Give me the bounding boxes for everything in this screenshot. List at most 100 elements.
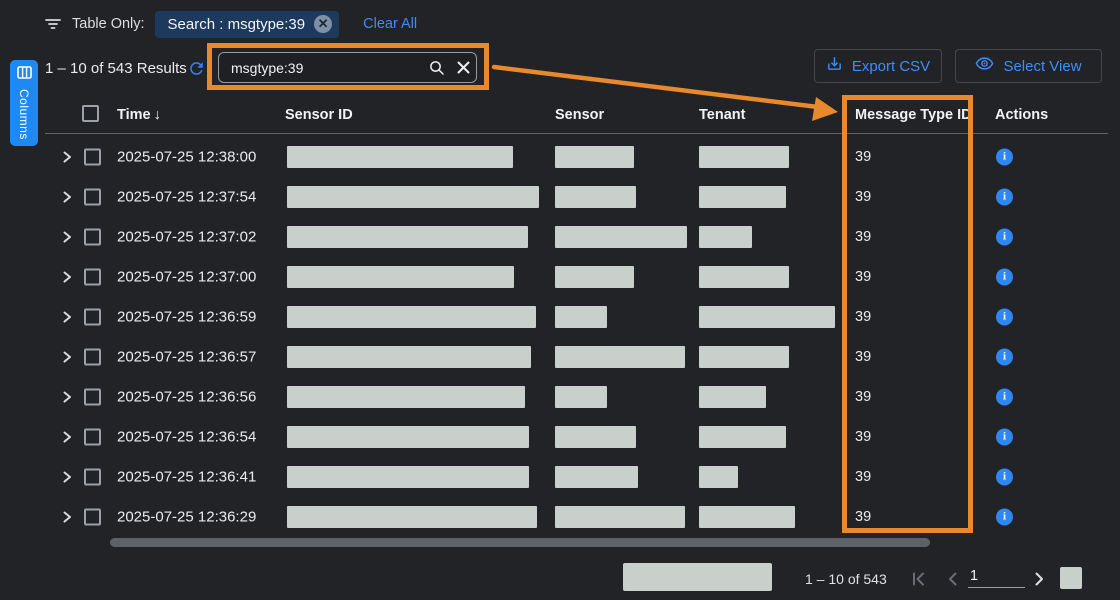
row-checkbox[interactable] (84, 229, 101, 246)
redacted-tenant-bar (699, 146, 789, 168)
rows-per-page-redacted-select[interactable] (623, 563, 772, 591)
column-header-tenant[interactable]: Tenant (699, 107, 745, 140)
time-cell: 2025-07-25 12:37:54 (117, 189, 256, 206)
time-cell: 2025-07-25 12:38:00 (117, 149, 256, 166)
redacted-tenant-bar (699, 386, 766, 408)
redacted-sensor-id-bar (287, 146, 513, 168)
time-cell: 2025-07-25 12:36:59 (117, 309, 256, 326)
message-type-id-cell: 39 (855, 429, 871, 445)
search-filter-chip[interactable]: Search : msgtype:39 ✕ (155, 11, 340, 38)
search-filter-chip-label: Search : msgtype:39 (168, 16, 306, 33)
table-row: 2025-07-25 12:36:29 39 i (0, 497, 1120, 537)
time-cell: 2025-07-25 12:36:56 (117, 389, 256, 406)
previous-page-button[interactable] (942, 568, 964, 590)
expand-row-chevron-icon[interactable] (60, 469, 76, 485)
info-icon[interactable]: i (996, 349, 1013, 366)
search-input[interactable] (219, 60, 424, 76)
row-checkbox[interactable] (84, 349, 101, 366)
redacted-sensor-bar (555, 226, 687, 248)
refresh-button[interactable] (187, 59, 207, 79)
row-checkbox[interactable] (84, 189, 101, 206)
chip-remove-icon[interactable]: ✕ (314, 15, 332, 33)
last-page-redacted-button[interactable] (1060, 567, 1082, 589)
expand-row-chevron-icon[interactable] (60, 389, 76, 405)
redacted-sensor-bar (555, 506, 685, 528)
export-csv-button[interactable]: Export CSV (814, 49, 942, 83)
message-type-id-cell: 39 (855, 469, 871, 485)
table-row: 2025-07-25 12:37:54 39 i (0, 177, 1120, 217)
expand-row-chevron-icon[interactable] (60, 189, 76, 205)
pagination-range-label: 1 – 10 of 543 (805, 571, 887, 587)
column-header-sensor[interactable]: Sensor (555, 107, 604, 140)
info-icon[interactable]: i (996, 149, 1013, 166)
redacted-sensor-id-bar (287, 346, 531, 368)
redacted-sensor-bar (555, 426, 636, 448)
info-icon[interactable]: i (996, 309, 1013, 326)
first-page-button[interactable] (908, 568, 930, 590)
redacted-sensor-id-bar (287, 466, 529, 488)
expand-row-chevron-icon[interactable] (60, 149, 76, 165)
expand-row-chevron-icon[interactable] (60, 349, 76, 365)
search-icon[interactable] (424, 55, 450, 81)
expand-row-chevron-icon[interactable] (60, 429, 76, 445)
header-divider (45, 133, 1108, 134)
time-cell: 2025-07-25 12:37:02 (117, 229, 256, 246)
table-only-label: Table Only: (72, 16, 145, 32)
refresh-icon (187, 65, 206, 82)
column-header-time[interactable]: Time↓ (117, 107, 161, 140)
select-view-button[interactable]: Select View (955, 49, 1102, 83)
row-checkbox[interactable] (84, 269, 101, 286)
clear-all-button[interactable]: Clear All (363, 16, 417, 32)
row-checkbox[interactable] (84, 429, 101, 446)
info-icon[interactable]: i (996, 469, 1013, 486)
page-number-input[interactable] (968, 566, 1025, 588)
expand-row-chevron-icon[interactable] (60, 269, 76, 285)
table-row: 2025-07-25 12:37:02 39 i (0, 217, 1120, 257)
redacted-tenant-bar (699, 346, 789, 368)
columns-tab-label: Columns (17, 89, 31, 140)
redacted-sensor-id-bar (287, 506, 537, 528)
info-icon[interactable]: i (996, 389, 1013, 406)
redacted-sensor-bar (555, 186, 636, 208)
table-row: 2025-07-25 12:36:56 39 i (0, 377, 1120, 417)
info-icon[interactable]: i (996, 509, 1013, 526)
redacted-sensor-bar (555, 266, 634, 288)
columns-tab[interactable]: Columns (10, 60, 38, 146)
info-icon[interactable]: i (996, 429, 1013, 446)
expand-row-chevron-icon[interactable] (60, 309, 76, 325)
row-checkbox[interactable] (84, 469, 101, 486)
select-all-checkbox[interactable] (82, 105, 99, 122)
eye-icon (975, 54, 994, 78)
redacted-sensor-bar (555, 386, 607, 408)
message-type-id-cell: 39 (855, 509, 871, 525)
message-type-id-cell: 39 (855, 389, 871, 405)
info-icon[interactable]: i (996, 229, 1013, 246)
row-checkbox[interactable] (84, 149, 101, 166)
next-page-button[interactable] (1028, 568, 1050, 590)
time-cell: 2025-07-25 12:36:57 (117, 349, 256, 366)
redacted-tenant-bar (699, 186, 786, 208)
log-table-page: Table Only: Search : msgtype:39 ✕ Clear … (0, 0, 1120, 600)
expand-row-chevron-icon[interactable] (60, 229, 76, 245)
redacted-tenant-bar (699, 266, 789, 288)
message-type-id-cell: 39 (855, 349, 871, 365)
info-icon[interactable]: i (996, 269, 1013, 286)
info-icon[interactable]: i (996, 189, 1013, 206)
row-checkbox[interactable] (84, 309, 101, 326)
column-header-message-type-id[interactable]: Message Type ID (855, 107, 972, 140)
expand-row-chevron-icon[interactable] (60, 509, 76, 525)
time-cell: 2025-07-25 12:36:54 (117, 429, 256, 446)
row-checkbox[interactable] (84, 389, 101, 406)
row-checkbox[interactable] (84, 509, 101, 526)
table-row: 2025-07-25 12:36:59 39 i (0, 297, 1120, 337)
filter-list-icon (44, 16, 62, 32)
horizontal-scrollbar[interactable] (110, 538, 930, 547)
message-type-id-cell: 39 (855, 189, 871, 205)
redacted-sensor-bar (555, 146, 634, 168)
redacted-sensor-id-bar (287, 306, 536, 328)
column-header-sensor-id[interactable]: Sensor ID (285, 107, 353, 140)
column-header-actions[interactable]: Actions (995, 107, 1048, 140)
search-clear-icon[interactable] (450, 55, 476, 81)
message-type-id-cell: 39 (855, 149, 871, 165)
redacted-tenant-bar (699, 506, 795, 528)
